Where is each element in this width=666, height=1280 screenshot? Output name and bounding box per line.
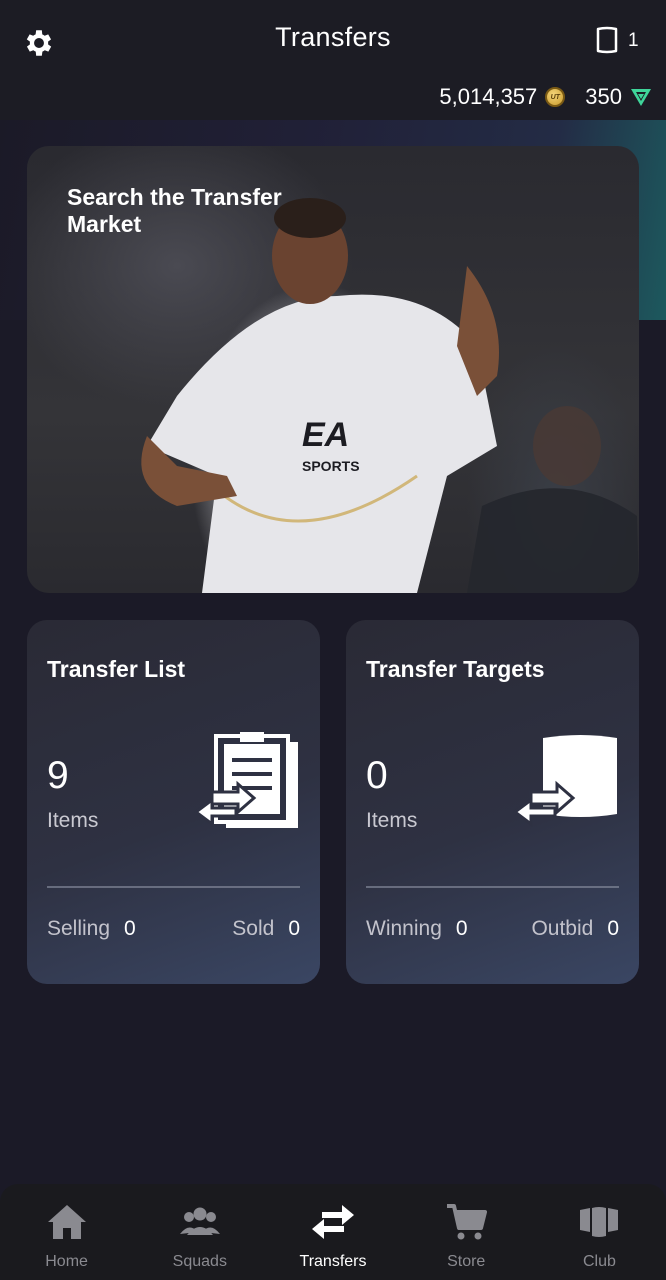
nav-home[interactable]: Home [0,1184,133,1280]
nav-label: Club [582,1253,616,1270]
transfer-targets-card[interactable]: Transfer Targets 0 Items Winning 0 Outbid… [346,620,639,984]
points-balance: 350 [585,84,622,109]
search-transfer-market-card[interactable]: EA SPORTS Search the Transfer Market [27,146,639,593]
transfers-icon [312,1205,354,1239]
top-bar: Transfers 1 5,014,357 UT 350 [0,0,666,120]
selling-stat: Selling 0 [47,917,136,940]
fifa-points-icon [631,89,651,106]
squad-card-icon[interactable] [594,26,620,54]
svg-text:EA: EA [302,416,349,454]
nav-label: Transfers [299,1253,367,1270]
outbid-stat: Outbid 0 [531,917,619,940]
item-unit: Items [47,809,99,832]
winning-stat: Winning 0 [366,917,468,940]
coins-balance: 5,014,357 [439,84,538,109]
nav-club[interactable]: Club [533,1184,666,1280]
squads-icon [179,1207,220,1235]
club-icon [580,1207,619,1237]
item-count: 9 [47,754,69,797]
sold-stat: Sold 0 [232,917,300,940]
nav-label: Squads [172,1253,227,1270]
hero-title: Search the Transfer Market [67,184,282,237]
nav-transfers[interactable]: Transfers [266,1184,399,1280]
store-icon [447,1204,488,1240]
item-count: 0 [366,754,388,797]
transfer-list-card[interactable]: Transfer List 9 Items Selling 0 Sold 0 [27,620,320,984]
card-divider [366,886,619,888]
page-title: Transfers [275,22,391,52]
squad-count: 1 [628,30,639,51]
nav-squads[interactable]: Squads [133,1184,266,1280]
item-unit: Items [366,809,418,832]
svg-text:SPORTS: SPORTS [302,458,360,474]
nav-store[interactable]: Store [400,1184,533,1280]
transfer-targets-card-icon [513,735,617,827]
coin-icon: UT [545,87,566,107]
transfer-list-clipboard-icon [194,732,298,828]
currency-display: 5,014,357 UT 350 [439,84,652,110]
card-title: Transfer List [47,656,186,682]
card-divider [47,886,300,888]
card-title: Transfer Targets [366,656,545,682]
home-icon [47,1205,86,1239]
nav-label: Home [45,1253,88,1270]
nav-label: Store [447,1253,486,1270]
bottom-nav: Home Squads Transfers Store Club [0,1184,666,1280]
